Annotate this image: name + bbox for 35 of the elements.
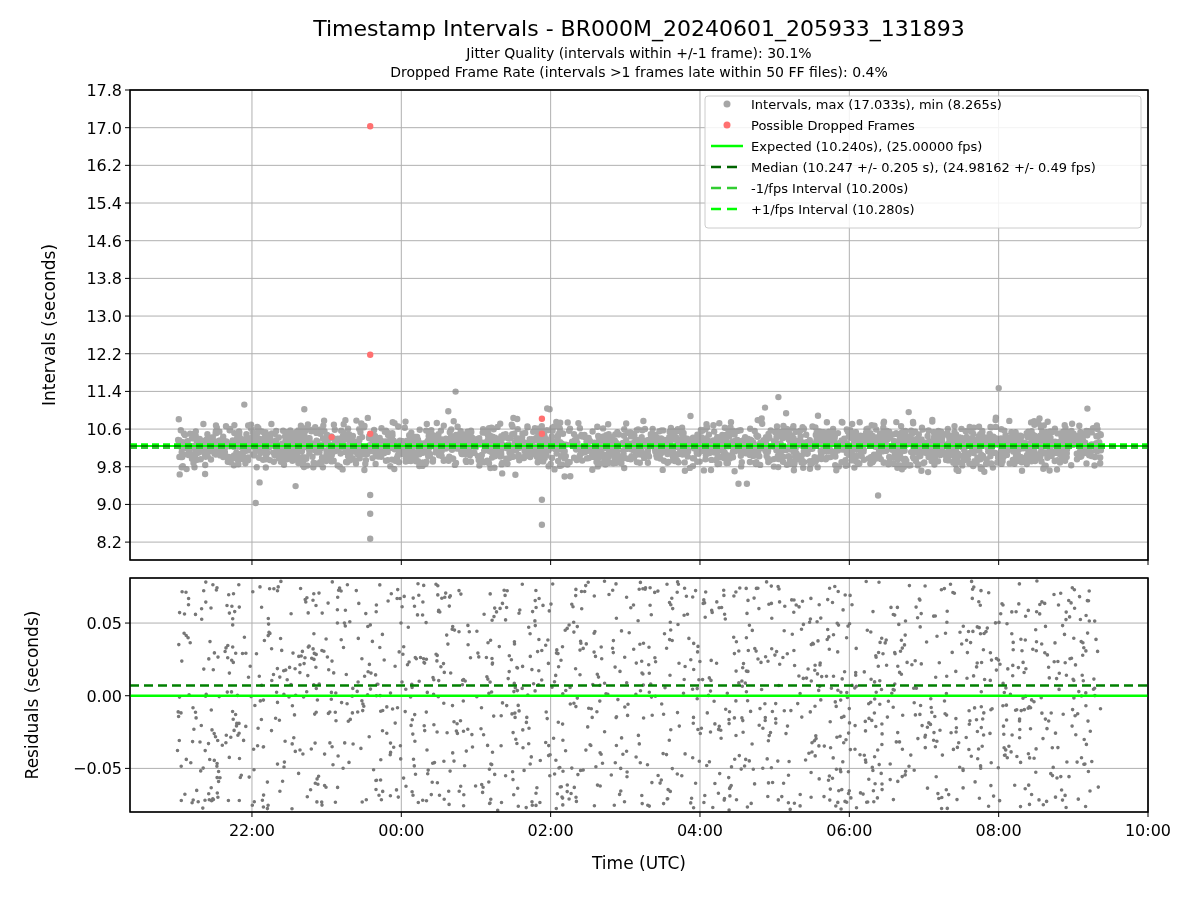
legend-label: +1/fps Interval (10.280s): [751, 201, 915, 217]
chart-subtitle: Jitter Quality (intervals within +/-1 frame): 30.1%: [466, 44, 812, 63]
tick-label: 17.8: [86, 81, 122, 100]
tick-label: 08:00: [975, 821, 1022, 840]
axis-title: Time (UTC): [592, 853, 686, 873]
tick-label: 10:00: [1124, 821, 1172, 840]
tick-label: 13.0: [86, 307, 122, 327]
tick-label: 04:00: [676, 821, 724, 840]
tick-label: 22:00: [228, 821, 275, 840]
tick-label: −0.05: [72, 759, 122, 779]
tick-label: 11.4: [86, 382, 122, 402]
tick-label: 12.2: [86, 344, 122, 364]
axis-title: Intervals (seconds): [39, 243, 59, 407]
axis-title: Residuals (seconds): [22, 610, 42, 780]
tick-label: 15.4: [86, 194, 122, 214]
tick-label: 13.8: [86, 269, 122, 289]
tick-label: 02:00: [527, 821, 574, 840]
tick-label: 14.6: [86, 231, 122, 251]
chart-subtitle: Dropped Frame Rate (intervals >1 frames late within 50 FF files): 0.4%: [390, 63, 888, 82]
tick-label: 9.8: [96, 457, 122, 477]
tick-label: 16.2: [86, 156, 122, 176]
tick-label: 00:00: [378, 821, 425, 840]
legend-label: Expected (10.240s), (25.00000 fps): [751, 138, 983, 154]
legend-label: Median (10.247 +/- 0.205 s), (24.98162 +/- 0.49 fps): [751, 159, 1096, 175]
tick-label: 9.0: [96, 495, 122, 515]
tick-label: 10.6: [86, 420, 122, 440]
tick-label: 0.05: [86, 614, 122, 634]
tick-label: 0.00: [86, 686, 122, 706]
legend-label: Intervals, max (17.033s), min (8.265s): [751, 96, 1002, 112]
tick-label: 17.0: [86, 118, 122, 138]
legend-label: Possible Dropped Frames: [751, 117, 915, 133]
tick-label: 8.2: [96, 533, 122, 553]
legend-label: -1/fps Interval (10.200s): [751, 180, 909, 196]
tick-label: 06:00: [826, 821, 873, 840]
chart-title: Timestamp Intervals - BR000M_20240601_205933_131893: [313, 15, 965, 44]
